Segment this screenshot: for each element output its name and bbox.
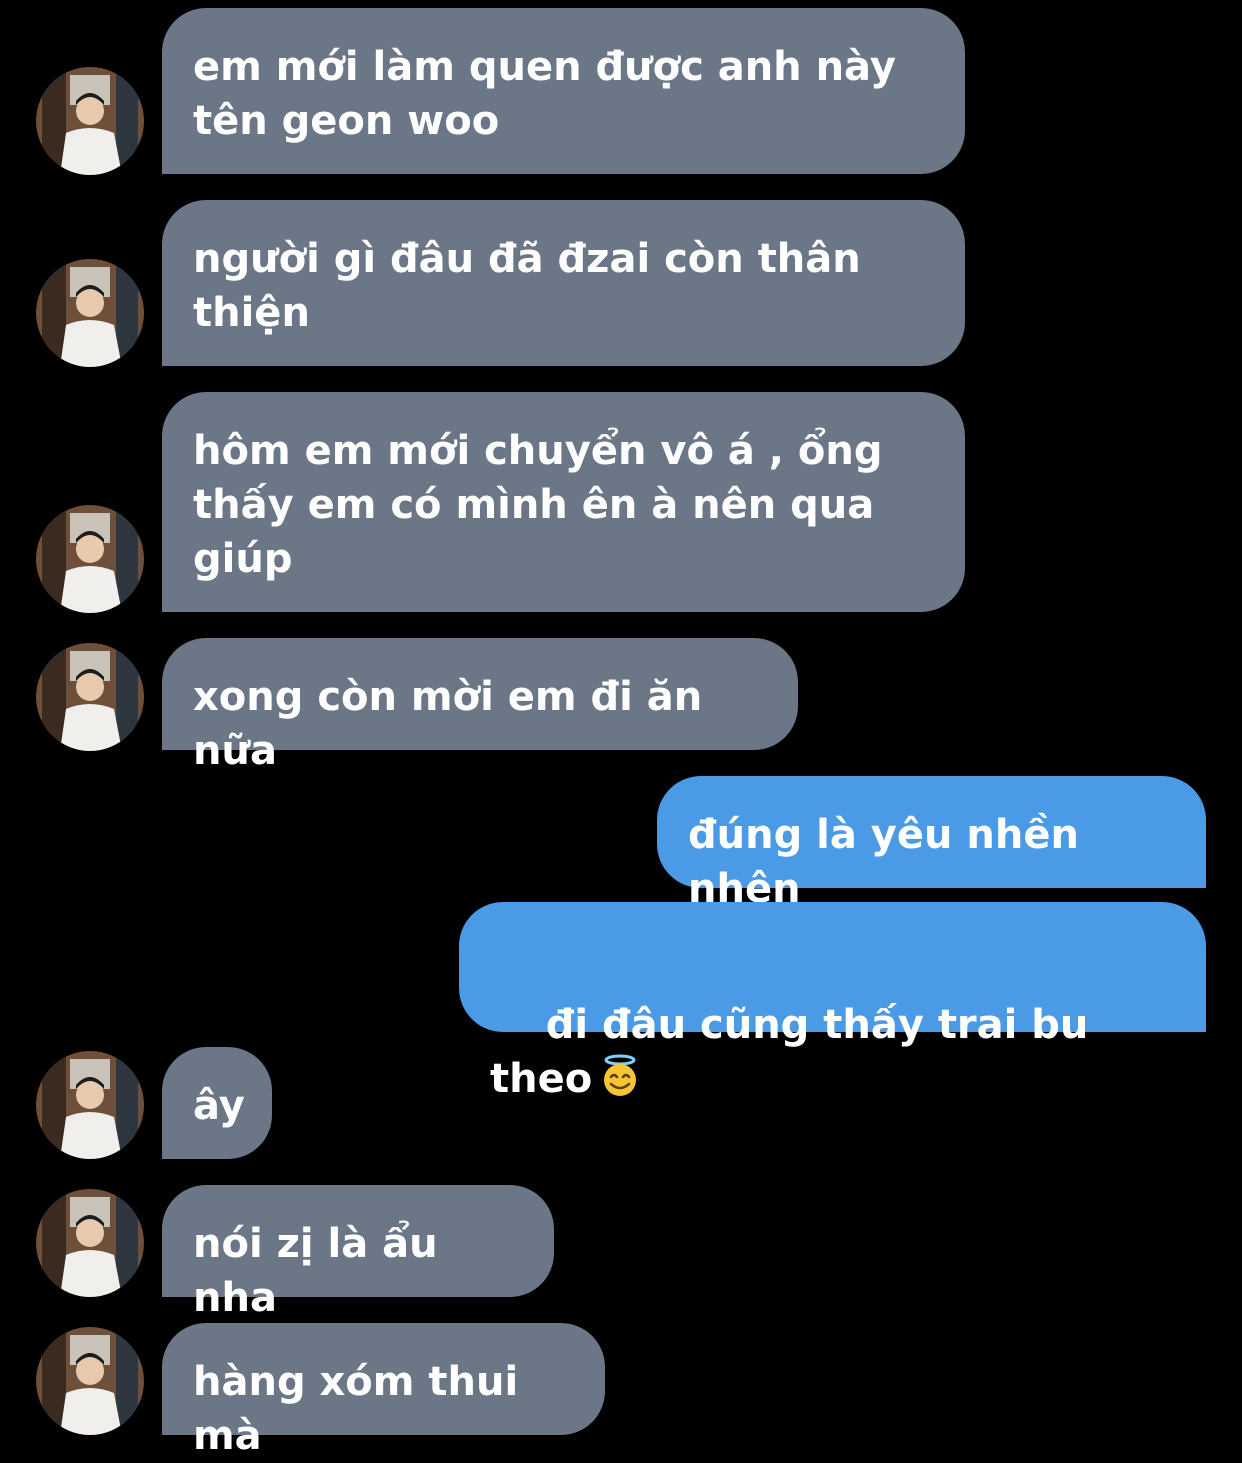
message-bubble-outgoing[interactable]: đúng là yêu nhền nhện — [657, 776, 1206, 912]
avatar-photo-icon — [36, 259, 144, 367]
contact-avatar[interactable] — [36, 643, 144, 751]
contact-avatar[interactable] — [36, 1189, 144, 1297]
message-bubble-incoming[interactable]: người gì đâu đã đzai còn thân thiện — [162, 200, 965, 366]
contact-avatar[interactable] — [36, 505, 144, 613]
avatar-photo-icon — [36, 67, 144, 175]
avatar-photo-icon — [36, 1051, 144, 1159]
contact-avatar[interactable] — [36, 1327, 144, 1435]
message-bubble-incoming[interactable]: hôm em mới chuyển vô á , ổng thấy em có … — [162, 392, 965, 612]
avatar-photo-icon — [36, 643, 144, 751]
avatar-photo-icon — [36, 1327, 144, 1435]
contact-avatar[interactable] — [36, 67, 144, 175]
message-bubble-incoming[interactable]: xong còn mời em đi ăn nữa — [162, 638, 798, 774]
contact-avatar[interactable] — [36, 259, 144, 367]
contact-avatar[interactable] — [36, 1051, 144, 1159]
message-bubble-outgoing[interactable]: đi đâu cũng thấy trai bu theo — [459, 902, 1206, 1102]
message-text: đi đâu cũng thấy trai bu theo — [490, 1002, 1103, 1102]
avatar-photo-icon — [36, 505, 144, 613]
message-bubble-incoming[interactable]: nói zị là ẩu nha — [162, 1185, 554, 1321]
chat-thread: em mới làm quen được anh này tên geon wo… — [0, 0, 1242, 1459]
avatar-photo-icon — [36, 1189, 144, 1297]
message-bubble-incoming[interactable]: em mới làm quen được anh này tên geon wo… — [162, 8, 965, 174]
message-bubble-incoming[interactable]: hàng xóm thui mà — [162, 1323, 605, 1459]
smiling-face-with-halo-icon — [604, 1054, 637, 1096]
message-bubble-incoming[interactable]: ây — [162, 1047, 272, 1159]
